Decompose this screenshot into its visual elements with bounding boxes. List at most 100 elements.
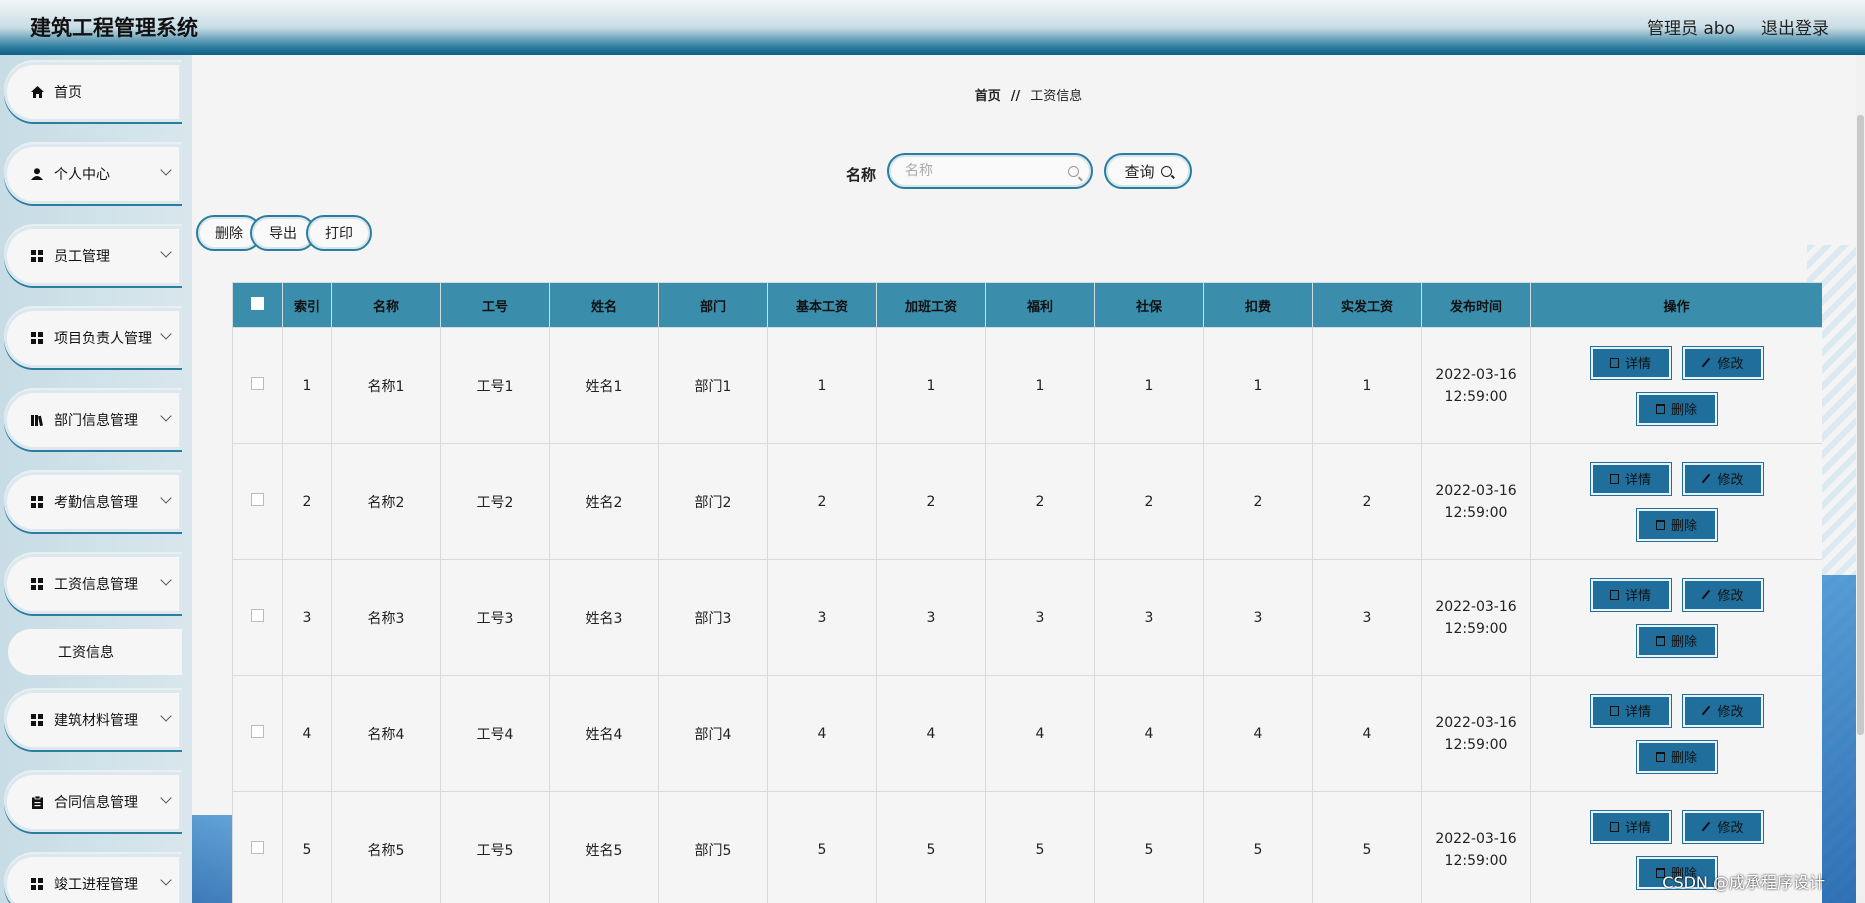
cell-person: 姓名4 [549,675,659,792]
sidebar-item-project-lead[interactable]: 项目负责人管理 [4,308,182,368]
cell-overtime: 5 [876,791,986,903]
sidebar-item-home[interactable]: 首页 [4,62,182,122]
sidebar-item-label: 项目负责人管理 [54,331,152,347]
cell-overtime: 1 [876,327,986,444]
sidebar-item-department[interactable]: 部门信息管理 [4,390,182,450]
cell-social: 2 [1094,443,1204,560]
publish-clock: 12:59:00 [1444,504,1508,521]
search-icon [1068,166,1079,177]
sidebar-item-attendance[interactable]: 考勤信息管理 [4,472,182,532]
detail-button[interactable]: 详情 [1589,345,1672,380]
logout-link[interactable]: 退出登录 [1761,14,1829,39]
detail-button[interactable]: 详情 [1589,461,1672,496]
cell-net: 4 [1312,675,1422,792]
cell-base: 3 [767,559,877,676]
trash-icon [1655,751,1665,762]
edit-button[interactable]: 修改 [1681,577,1764,612]
column-header: 发布时间 [1421,282,1531,328]
sidebar-item-label: 竣工进程管理 [54,877,138,893]
sidebar-item-personal-center[interactable]: 个人中心 [4,144,182,204]
detail-button[interactable]: 详情 [1589,577,1672,612]
edit-label: 修改 [1717,705,1744,720]
sidebar-item-staff[interactable]: 员工管理 [4,226,182,286]
sidebar-item-label: 合同信息管理 [54,795,138,811]
admin-user-label[interactable]: 管理员 abo [1647,14,1735,39]
cell-net: 3 [1312,559,1422,676]
column-header: 福利 [985,282,1095,328]
row-checkbox[interactable] [251,841,264,854]
column-header: 实发工资 [1312,282,1422,328]
detail-button[interactable]: 详情 [1589,693,1672,728]
sidebar-item-completion[interactable]: 竣工进程管理 [4,854,182,903]
search-icon [1160,165,1172,177]
cell-deduct: 3 [1203,559,1313,676]
select-all-checkbox[interactable] [251,296,264,310]
row-checkbox[interactable] [251,377,264,390]
edit-button[interactable]: 修改 [1681,345,1764,380]
row-select-cell [232,559,283,676]
watermark-text: CSDN @成承程序设计 [1662,873,1825,892]
delete-button[interactable]: 删除 [1635,507,1718,542]
edit-label: 修改 [1717,589,1744,604]
grid-icon [30,331,44,345]
row-checkbox[interactable] [251,493,264,506]
trash-icon [1655,635,1665,646]
delete-label: 删除 [1670,751,1697,766]
home-icon [30,85,44,99]
cell-actions: 详情 修改删除 [1530,327,1822,444]
delete-button[interactable]: 删除 [1635,623,1718,658]
clipboard-icon [30,795,44,809]
column-header: 姓名 [549,282,659,328]
detail-label: 详情 [1624,821,1651,836]
column-header: 加班工资 [876,282,986,328]
trash-icon [1655,403,1665,414]
scrollbar-thumb[interactable] [1857,115,1864,735]
user-icon [30,167,44,181]
cell-deduct: 4 [1203,675,1313,792]
cell-dept: 部门5 [658,791,768,903]
detail-label: 详情 [1624,589,1651,604]
delete-button[interactable]: 删除 [1635,391,1718,426]
row-checkbox[interactable] [251,609,264,622]
delete-button[interactable]: 删除 [1635,739,1718,774]
detail-label: 详情 [1624,357,1651,372]
query-button[interactable]: 查询 [1104,153,1192,189]
publish-date: 2022-03-16 [1435,482,1517,499]
edit-button[interactable]: 修改 [1681,809,1764,844]
cell-person: 姓名3 [549,559,659,676]
detail-button[interactable]: 详情 [1589,809,1672,844]
edit-button[interactable]: 修改 [1681,693,1764,728]
page-scrollbar[interactable] [1856,55,1865,903]
cell-emp-no: 工号3 [440,559,550,676]
sidebar-item-materials[interactable]: 建筑材料管理 [4,690,182,750]
column-header: 扣费 [1203,282,1313,328]
column-header: 部门 [658,282,768,328]
detail-label: 详情 [1624,473,1651,488]
row-select-cell [232,675,283,792]
sidebar-subitem-salary-info[interactable]: 工资信息 [8,629,182,675]
sidebar-item-label: 部门信息管理 [54,413,138,429]
publish-date: 2022-03-16 [1435,714,1517,731]
cell-base: 5 [767,791,877,903]
cell-dept: 部门1 [658,327,768,444]
sidebar: 首页 个人中心 员工管理 项目负责人管理 部门信息管理 考勤信息管理 工资信息管… [0,55,192,903]
breadcrumb-home[interactable]: 首页 [975,89,1001,104]
delete-label: 删除 [1670,635,1697,650]
breadcrumb-separator: // [1010,89,1021,104]
cell-base: 1 [767,327,877,444]
table-row: 5 名称5 工号5 姓名5 部门5 5 5 5 5 5 5 2022-03-16 12:59:00 详情修… [232,791,1822,903]
cell-overtime: 2 [876,443,986,560]
edit-button[interactable]: 修改 [1681,461,1764,496]
row-checkbox[interactable] [251,725,264,738]
print-button[interactable]: 打印 [306,215,372,251]
row-select-cell [232,327,283,444]
publish-date: 2022-03-16 [1435,830,1517,847]
chevron-down-icon [160,874,172,886]
cell-deduct: 2 [1203,443,1313,560]
search-input[interactable] [903,162,1067,180]
sidebar-item-contract[interactable]: 合同信息管理 [4,772,182,832]
cell-name: 名称1 [331,327,441,444]
cell-person: 姓名5 [549,791,659,903]
column-header: 名称 [331,282,441,328]
sidebar-item-salary[interactable]: 工资信息管理 [4,554,182,614]
